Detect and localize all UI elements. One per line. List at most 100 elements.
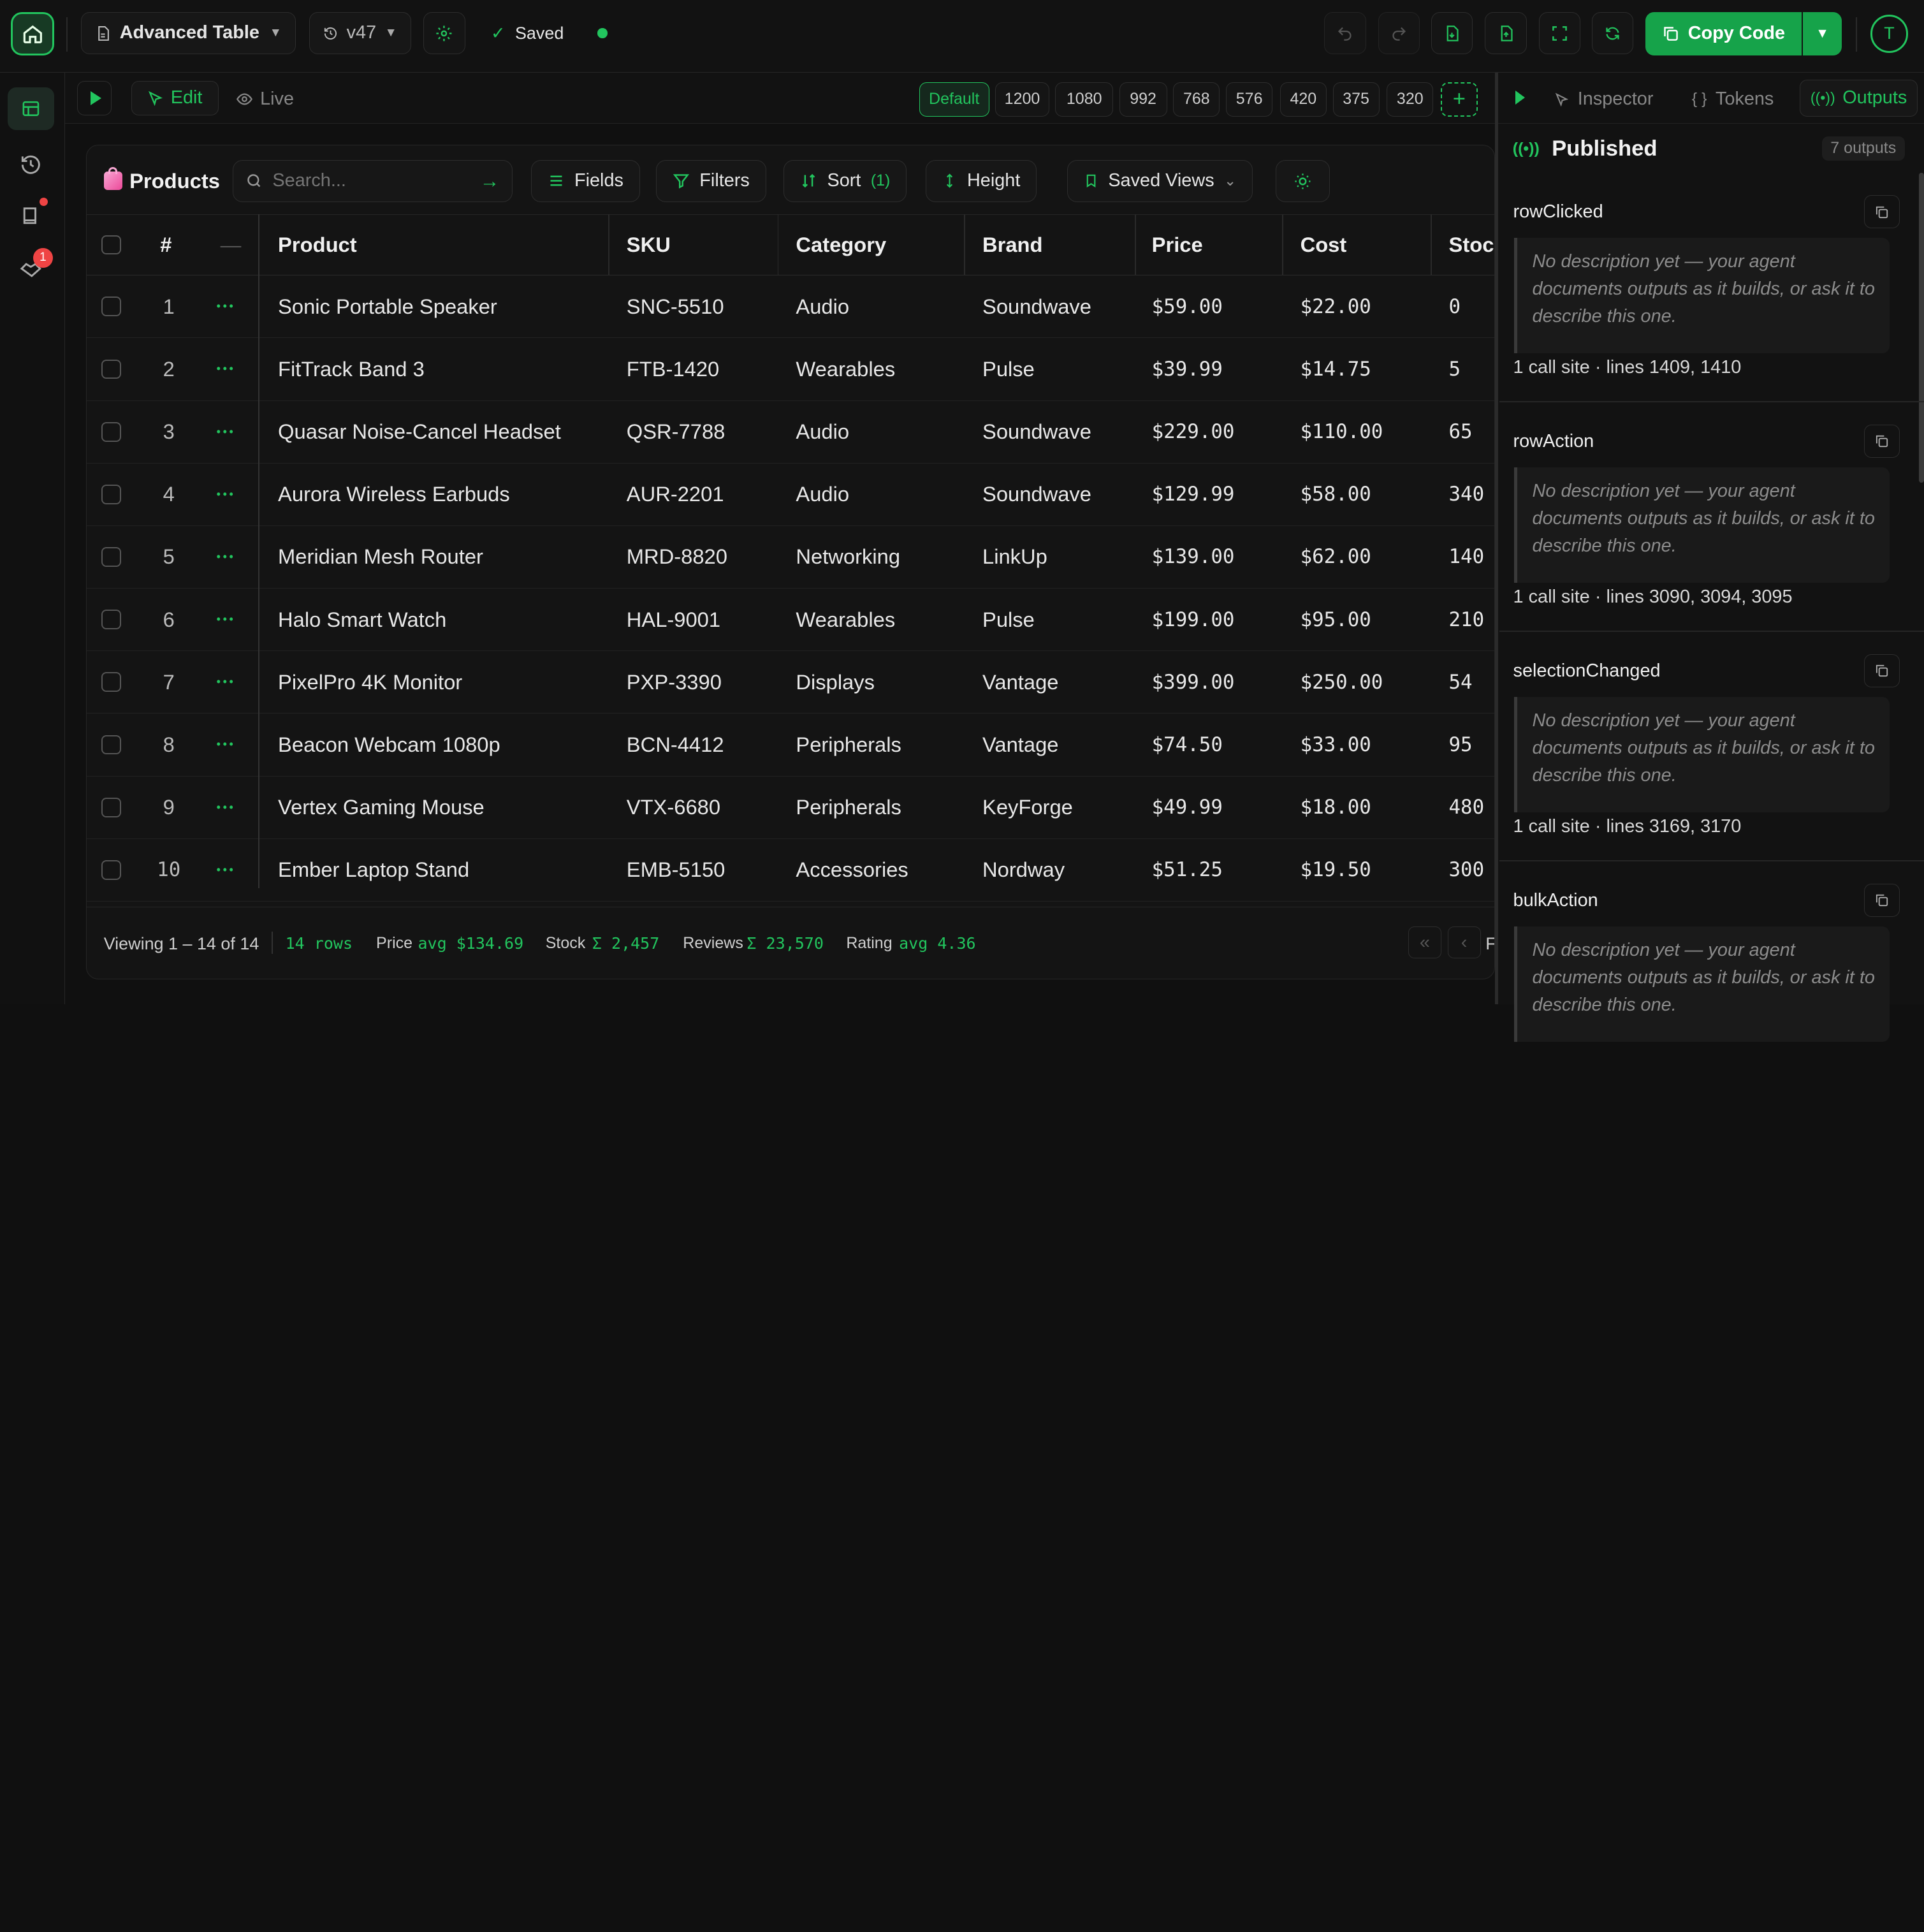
sidebar-item-integrations[interactable]: 1 — [20, 247, 53, 280]
play-button[interactable] — [77, 81, 112, 115]
breakpoint-420[interactable]: 420 — [1279, 82, 1327, 117]
output-description: No description yet — your agent document… — [1514, 697, 1890, 813]
filters-button[interactable]: Filters — [655, 160, 766, 202]
table-row[interactable]: 2 ••• FitTrack Band 3 FTB-1420 Wearables Puls… — [86, 338, 1494, 401]
category-cell: Networking — [796, 545, 901, 569]
copy-output-button[interactable] — [1864, 883, 1900, 917]
home-button[interactable] — [11, 12, 54, 55]
breakpoint-375[interactable]: 375 — [1332, 82, 1380, 117]
version-selector[interactable]: v47 ▼ — [309, 12, 411, 54]
copy-options-button[interactable]: ▼ — [1802, 12, 1842, 55]
category-cell: Peripherals — [796, 732, 901, 756]
row-actions-icon[interactable]: ••• — [217, 777, 236, 838]
column-header-price[interactable]: Price — [1152, 215, 1203, 275]
price-cell: $129.99 — [1151, 483, 1235, 506]
copy-code-button[interactable]: Copy Code — [1645, 12, 1802, 55]
price-cell: $49.99 — [1151, 796, 1223, 819]
row-actions-icon[interactable]: ••• — [217, 714, 236, 775]
theme-button[interactable] — [1276, 160, 1330, 202]
table-row[interactable]: 7 ••• PixelPro 4K Monitor PXP-3390 Displays V… — [86, 651, 1494, 714]
brand-cell: Soundwave — [982, 482, 1091, 506]
row-actions-icon[interactable]: ••• — [217, 401, 236, 463]
sidebar-item-docs[interactable] — [20, 197, 48, 227]
table-row[interactable]: 8 ••• Beacon Webcam 1080p BCN-4412 Periphera… — [86, 714, 1494, 777]
version-label: v47 — [346, 22, 377, 43]
download-file-button[interactable] — [1485, 12, 1527, 54]
project-selector[interactable]: Advanced Table ▼ — [81, 12, 296, 54]
tab-inspector[interactable]: Inspector — [1554, 89, 1653, 110]
table-title-text: Products — [129, 168, 220, 193]
tab-tokens-label: Tokens — [1715, 88, 1774, 109]
refresh-button[interactable] — [1591, 12, 1634, 54]
copy-output-button[interactable] — [1864, 195, 1900, 229]
price-cell: $51.25 — [1151, 858, 1223, 882]
tab-tokens[interactable]: { } Tokens — [1692, 89, 1774, 110]
price-cell: $199.00 — [1151, 608, 1235, 631]
saved-views-button[interactable]: Saved Views ⌄ — [1067, 160, 1253, 202]
tab-outputs[interactable]: ((•)) Outputs — [1800, 80, 1918, 117]
redo-button[interactable] — [1378, 12, 1420, 54]
row-actions-icon[interactable]: ••• — [217, 839, 236, 901]
breakpoint-320[interactable]: 320 — [1387, 82, 1434, 117]
previous-page-button[interactable]: ‹ — [1447, 926, 1481, 959]
column-header-number[interactable]: # — [160, 215, 171, 275]
collapse-panel-button[interactable] — [1515, 91, 1525, 105]
column-header-product[interactable]: Product — [278, 215, 357, 275]
breakpoint-992[interactable]: 992 — [1119, 82, 1167, 117]
breakpoint-default[interactable]: Default — [919, 82, 989, 117]
first-page-button[interactable]: « — [1408, 926, 1441, 959]
price-cell: $59.00 — [1151, 295, 1223, 318]
table-row[interactable]: 9 ••• Vertex Gaming Mouse VTX-6680 Periphera… — [86, 777, 1494, 839]
sidebar-item-history[interactable] — [20, 154, 42, 176]
avatar-initial: T — [1884, 24, 1895, 43]
column-header-stock[interactable]: Stoc — [1449, 215, 1494, 275]
fields-button[interactable]: Fields — [530, 160, 640, 202]
list-icon — [550, 175, 562, 186]
cost-cell: $58.00 — [1300, 483, 1371, 506]
edit-mode-button[interactable]: Edit — [131, 81, 219, 115]
table-row[interactable]: 3 ••• Quasar Noise-Cancel Headset QSR-7788 A… — [86, 401, 1494, 464]
breakpoint-576[interactable]: 576 — [1226, 82, 1273, 117]
row-actions-icon[interactable]: ••• — [217, 526, 236, 588]
search-input[interactable] — [272, 170, 457, 192]
row-actions-icon[interactable]: ••• — [217, 464, 236, 525]
settings-button[interactable] — [423, 12, 465, 54]
category-cell: Wearables — [796, 607, 896, 631]
column-header-category[interactable]: Category — [796, 215, 886, 275]
panel-tabs: Inspector { } Tokens ((•)) Outputs — [1498, 73, 1924, 124]
row-actions-icon[interactable]: ••• — [217, 338, 236, 400]
add-breakpoint-button[interactable]: + — [1440, 82, 1478, 117]
table-row[interactable]: 6 ••• Halo Smart Watch HAL-9001 Wearables Pul… — [86, 589, 1494, 652]
avatar[interactable]: T — [1870, 15, 1909, 53]
select-all-checkbox[interactable] — [101, 215, 121, 275]
export-file-button[interactable] — [1431, 12, 1473, 54]
fullscreen-button[interactable] — [1538, 12, 1581, 54]
table-row[interactable]: 1 ••• Sonic Portable Speaker SNC-5510 Audio S… — [86, 275, 1494, 339]
row-actions-icon[interactable]: ••• — [217, 589, 236, 650]
column-header-cost[interactable]: Cost — [1301, 215, 1347, 275]
row-actions-icon[interactable]: ••• — [217, 275, 236, 337]
row-actions-icon[interactable]: ••• — [217, 651, 236, 713]
live-mode-button[interactable]: Live — [236, 89, 294, 110]
copy-output-button[interactable] — [1864, 654, 1900, 687]
project-name: Advanced Table — [119, 22, 259, 43]
height-button[interactable]: Height — [926, 160, 1037, 202]
column-header-brand[interactable]: Brand — [982, 215, 1043, 275]
breakpoint-1080[interactable]: 1080 — [1055, 82, 1113, 117]
column-header-sku[interactable]: SKU — [627, 215, 671, 275]
copy-output-button[interactable] — [1864, 425, 1900, 458]
panel-scrollbar[interactable] — [1918, 173, 1924, 483]
sort-button[interactable]: Sort (1) — [783, 160, 907, 202]
table-row[interactable]: 5 ••• Meridian Mesh Router MRD-8820 Networki… — [86, 526, 1494, 589]
breakpoint-1200[interactable]: 1200 — [995, 82, 1049, 117]
undo-button[interactable] — [1324, 12, 1366, 54]
category-cell: Wearables — [796, 356, 896, 381]
sidebar-item-layout[interactable] — [7, 87, 54, 131]
canvas-toolbar: Edit Live Default 1200 1080 992 768 576 420 375… — [65, 72, 1495, 124]
product-cell: Vertex Gaming Mouse — [278, 795, 485, 819]
table-row[interactable]: 4 ••• Aurora Wireless Earbuds AUR-2201 Audio… — [86, 464, 1494, 526]
arrow-right-icon[interactable]: → — [480, 170, 500, 193]
breakpoint-768[interactable]: 768 — [1173, 82, 1220, 117]
search-box[interactable]: → — [232, 160, 513, 202]
table-row[interactable]: 10 ••• Ember Laptop Stand EMB-5150 Accessori… — [86, 839, 1494, 902]
